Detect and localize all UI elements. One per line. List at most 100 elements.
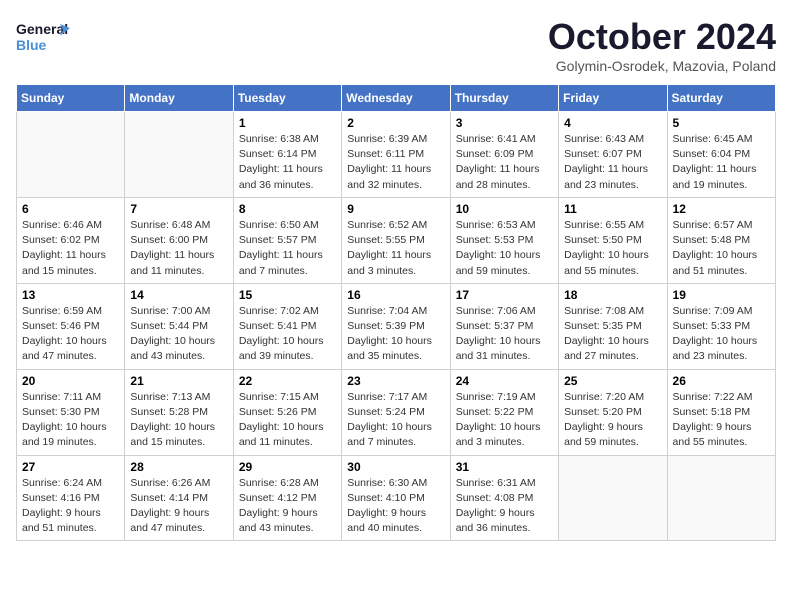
day-number: 28 (130, 460, 227, 474)
day-info: Sunrise: 7:19 AMSunset: 5:22 PMDaylight:… (456, 390, 553, 451)
day-info: Sunrise: 6:38 AMSunset: 6:14 PMDaylight:… (239, 132, 336, 193)
calendar-cell: 15 Sunrise: 7:02 AMSunset: 5:41 PMDayligh… (233, 283, 341, 369)
calendar-cell: 12 Sunrise: 6:57 AMSunset: 5:48 PMDayligh… (667, 197, 775, 283)
page-header: GeneralBlue October 2024 Golymin-Osrodek… (16, 16, 776, 74)
day-info: Sunrise: 6:50 AMSunset: 5:57 PMDaylight:… (239, 218, 336, 279)
calendar-cell: 9 Sunrise: 6:52 AMSunset: 5:55 PMDaylight… (342, 197, 450, 283)
location: Golymin-Osrodek, Mazovia, Poland (548, 58, 776, 74)
day-number: 9 (347, 202, 444, 216)
day-info: Sunrise: 7:00 AMSunset: 5:44 PMDaylight:… (130, 304, 227, 365)
day-info: Sunrise: 6:26 AMSunset: 4:14 PMDaylight:… (130, 476, 227, 537)
day-number: 5 (673, 116, 770, 130)
day-number: 10 (456, 202, 553, 216)
calendar-cell: 23Sunrise: 7:17 AMSunset: 5:24 PMDayligh… (342, 369, 450, 455)
weekday-header: Wednesday (342, 85, 450, 112)
day-info: Sunrise: 7:09 AMSunset: 5:33 PMDaylight:… (673, 304, 770, 365)
day-number: 27 (22, 460, 119, 474)
svg-text:Blue: Blue (16, 37, 47, 53)
calendar-week-row: 27 Sunrise: 6:24 AMSunset: 4:16 PMDayligh… (17, 455, 776, 541)
day-info: Sunrise: 6:31 AMSunset: 4:08 PMDaylight:… (456, 476, 553, 537)
weekday-header: Monday (125, 85, 233, 112)
day-number: 8 (239, 202, 336, 216)
day-info: Sunrise: 6:57 AMSunset: 5:48 PMDaylight:… (673, 218, 770, 279)
calendar-cell: 7 Sunrise: 6:48 AMSunset: 6:00 PMDaylight… (125, 197, 233, 283)
day-info: Sunrise: 7:13 AMSunset: 5:28 PMDaylight:… (130, 390, 227, 451)
logo: GeneralBlue (16, 16, 71, 56)
calendar-cell: 8 Sunrise: 6:50 AMSunset: 5:57 PMDaylight… (233, 197, 341, 283)
calendar-week-row: 1 Sunrise: 6:38 AMSunset: 6:14 PMDaylight… (17, 112, 776, 198)
logo-icon: GeneralBlue (16, 16, 71, 56)
day-info: Sunrise: 6:52 AMSunset: 5:55 PMDaylight:… (347, 218, 444, 279)
calendar-week-row: 13Sunrise: 6:59 AMSunset: 5:46 PMDayligh… (17, 283, 776, 369)
day-info: Sunrise: 7:15 AMSunset: 5:26 PMDaylight:… (239, 390, 336, 451)
calendar-week-row: 6 Sunrise: 6:46 AMSunset: 6:02 PMDaylight… (17, 197, 776, 283)
day-number: 13 (22, 288, 119, 302)
calendar-cell: 28 Sunrise: 6:26 AMSunset: 4:14 PMDayligh… (125, 455, 233, 541)
calendar-cell: 30Sunrise: 6:30 AMSunset: 4:10 PMDayligh… (342, 455, 450, 541)
day-info: Sunrise: 6:28 AMSunset: 4:12 PMDaylight:… (239, 476, 336, 537)
calendar-cell: 31Sunrise: 6:31 AMSunset: 4:08 PMDayligh… (450, 455, 558, 541)
day-info: Sunrise: 6:41 AMSunset: 6:09 PMDaylight:… (456, 132, 553, 193)
day-info: Sunrise: 6:55 AMSunset: 5:50 PMDaylight:… (564, 218, 661, 279)
weekday-header: Thursday (450, 85, 558, 112)
calendar-cell: 11 Sunrise: 6:55 AMSunset: 5:50 PMDayligh… (559, 197, 667, 283)
day-info: Sunrise: 7:02 AMSunset: 5:41 PMDaylight:… (239, 304, 336, 365)
day-number: 6 (22, 202, 119, 216)
calendar-cell (667, 455, 775, 541)
day-info: Sunrise: 7:06 AMSunset: 5:37 PMDaylight:… (456, 304, 553, 365)
day-number: 30 (347, 460, 444, 474)
weekday-header-row: SundayMondayTuesdayWednesdayThursdayFrid… (17, 85, 776, 112)
day-number: 7 (130, 202, 227, 216)
day-number: 19 (673, 288, 770, 302)
weekday-header: Friday (559, 85, 667, 112)
day-number: 21 (130, 374, 227, 388)
calendar-cell: 29 Sunrise: 6:28 AMSunset: 4:12 PMDayligh… (233, 455, 341, 541)
calendar-cell: 16Sunrise: 7:04 AMSunset: 5:39 PMDayligh… (342, 283, 450, 369)
day-info: Sunrise: 7:20 AMSunset: 5:20 PMDaylight:… (564, 390, 661, 451)
day-number: 22 (239, 374, 336, 388)
calendar-cell: 3 Sunrise: 6:41 AMSunset: 6:09 PMDaylight… (450, 112, 558, 198)
calendar-week-row: 20Sunrise: 7:11 AMSunset: 5:30 PMDayligh… (17, 369, 776, 455)
day-number: 29 (239, 460, 336, 474)
calendar-cell: 1 Sunrise: 6:38 AMSunset: 6:14 PMDaylight… (233, 112, 341, 198)
day-number: 4 (564, 116, 661, 130)
calendar-cell: 2Sunrise: 6:39 AMSunset: 6:11 PMDaylight… (342, 112, 450, 198)
day-number: 23 (347, 374, 444, 388)
calendar-cell: 25 Sunrise: 7:20 AMSunset: 5:20 PMDayligh… (559, 369, 667, 455)
day-info: Sunrise: 6:24 AMSunset: 4:16 PMDaylight:… (22, 476, 119, 537)
day-number: 26 (673, 374, 770, 388)
day-number: 25 (564, 374, 661, 388)
calendar-cell: 5 Sunrise: 6:45 AMSunset: 6:04 PMDaylight… (667, 112, 775, 198)
day-info: Sunrise: 6:39 AMSunset: 6:11 PMDaylight:… (347, 132, 444, 193)
calendar-cell (559, 455, 667, 541)
day-number: 17 (456, 288, 553, 302)
calendar-cell: 22 Sunrise: 7:15 AMSunset: 5:26 PMDayligh… (233, 369, 341, 455)
calendar-cell: 19 Sunrise: 7:09 AMSunset: 5:33 PMDayligh… (667, 283, 775, 369)
weekday-header: Saturday (667, 85, 775, 112)
day-info: Sunrise: 7:08 AMSunset: 5:35 PMDaylight:… (564, 304, 661, 365)
day-number: 18 (564, 288, 661, 302)
day-info: Sunrise: 6:48 AMSunset: 6:00 PMDaylight:… (130, 218, 227, 279)
day-number: 15 (239, 288, 336, 302)
title-block: October 2024 Golymin-Osrodek, Mazovia, P… (548, 16, 776, 74)
day-info: Sunrise: 6:46 AMSunset: 6:02 PMDaylight:… (22, 218, 119, 279)
calendar-cell (125, 112, 233, 198)
day-number: 24 (456, 374, 553, 388)
day-number: 11 (564, 202, 661, 216)
day-number: 3 (456, 116, 553, 130)
day-info: Sunrise: 6:53 AMSunset: 5:53 PMDaylight:… (456, 218, 553, 279)
day-number: 1 (239, 116, 336, 130)
day-number: 14 (130, 288, 227, 302)
day-info: Sunrise: 7:11 AMSunset: 5:30 PMDaylight:… (22, 390, 119, 451)
calendar-cell: 6 Sunrise: 6:46 AMSunset: 6:02 PMDaylight… (17, 197, 125, 283)
calendar-cell: 17 Sunrise: 7:06 AMSunset: 5:37 PMDayligh… (450, 283, 558, 369)
day-number: 12 (673, 202, 770, 216)
day-info: Sunrise: 6:45 AMSunset: 6:04 PMDaylight:… (673, 132, 770, 193)
calendar-cell: 27 Sunrise: 6:24 AMSunset: 4:16 PMDayligh… (17, 455, 125, 541)
svg-text:General: General (16, 21, 68, 37)
calendar-cell: 13Sunrise: 6:59 AMSunset: 5:46 PMDayligh… (17, 283, 125, 369)
calendar-table: SundayMondayTuesdayWednesdayThursdayFrid… (16, 84, 776, 541)
weekday-header: Tuesday (233, 85, 341, 112)
day-info: Sunrise: 7:04 AMSunset: 5:39 PMDaylight:… (347, 304, 444, 365)
day-info: Sunrise: 6:43 AMSunset: 6:07 PMDaylight:… (564, 132, 661, 193)
